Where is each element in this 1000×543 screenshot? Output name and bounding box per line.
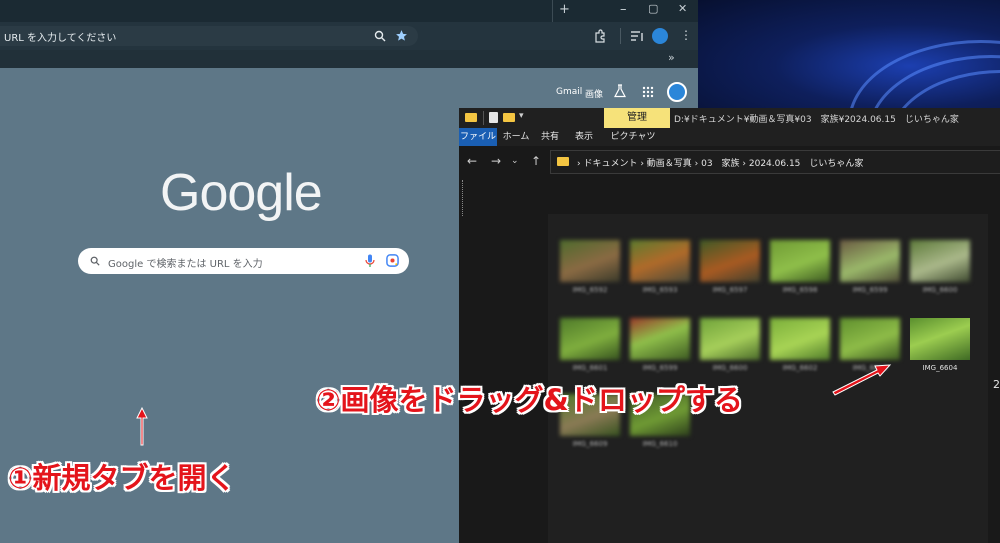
annotation-step1: ①新規タブを開く — [8, 461, 236, 495]
annotation-step2: ②画像をドラッグ&ドロップする — [316, 383, 743, 417]
arrow-step1 — [136, 406, 148, 446]
arrow-step2 — [832, 364, 892, 396]
